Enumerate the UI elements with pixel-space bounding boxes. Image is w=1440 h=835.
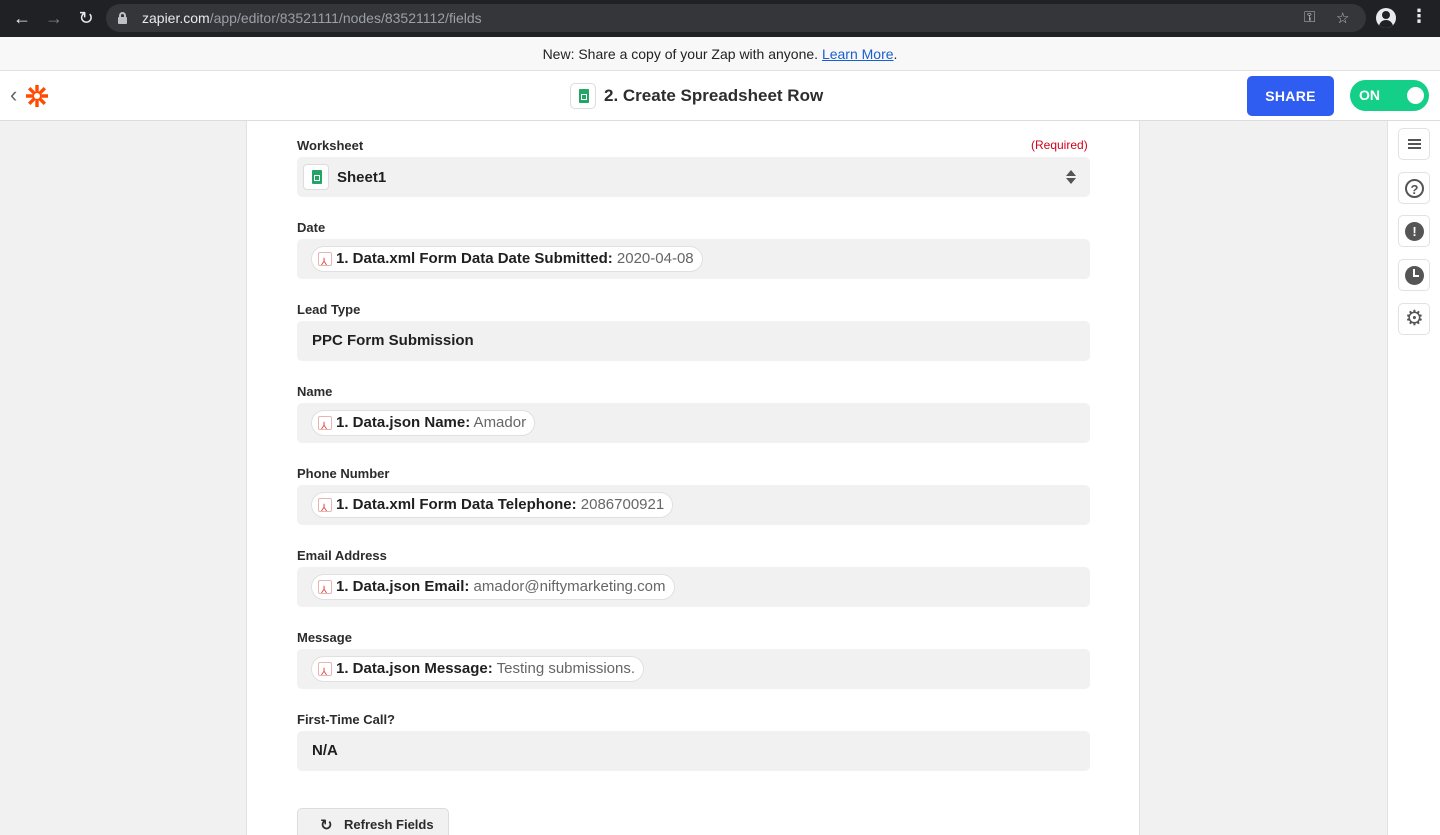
- google-sheets-icon: [570, 83, 596, 109]
- toggle-label: ON: [1359, 87, 1380, 103]
- lock-icon: [118, 12, 127, 24]
- step-title[interactable]: 2. Create Spreadsheet Row: [604, 86, 823, 106]
- message-field[interactable]: 1. Data.json Message: Testing submission…: [297, 649, 1090, 689]
- profile-avatar-icon[interactable]: [1376, 8, 1396, 28]
- email-address-field[interactable]: 1. Data.json Email: amador@niftymarketin…: [297, 567, 1090, 607]
- reload-icon[interactable]: ↻: [74, 7, 98, 29]
- alerts-button[interactable]: !: [1398, 215, 1430, 247]
- google-sheets-icon: [303, 164, 329, 190]
- phone-number-label: Phone Number: [297, 466, 390, 481]
- history-button[interactable]: [1398, 259, 1430, 291]
- back-arrow-icon[interactable]: ←: [10, 7, 34, 29]
- worksheet-label: Worksheet: [297, 138, 364, 153]
- share-button[interactable]: SHARE: [1247, 76, 1334, 116]
- first-time-call-value: N/A: [312, 742, 338, 759]
- webhook-icon: [318, 497, 332, 521]
- email-address-label: Email Address: [297, 548, 387, 563]
- help-button[interactable]: ?: [1398, 172, 1430, 204]
- forward-arrow-icon[interactable]: →: [42, 7, 66, 29]
- alert-icon: !: [1405, 222, 1424, 241]
- date-field[interactable]: 1. Data.xml Form Data Date Submitted: 20…: [297, 239, 1090, 279]
- pill-key: 1. Data.xml Form Data Telephone:: [336, 496, 577, 513]
- lead-type-value: PPC Form Submission: [312, 332, 474, 349]
- required-indicator: (Required): [1031, 138, 1088, 152]
- lead-type-label: Lead Type: [297, 302, 361, 317]
- bookmark-star-icon[interactable]: ☆: [1336, 9, 1349, 27]
- name-field[interactable]: 1. Data.json Name: Amador: [297, 403, 1090, 443]
- webhook-icon: [318, 661, 332, 685]
- announcement-bar: New: Share a copy of your Zap with anyon…: [0, 37, 1440, 71]
- url-text: zapier.com/app/editor/83521111/nodes/835…: [142, 10, 482, 26]
- history-icon: [1405, 266, 1424, 285]
- settings-button[interactable]: ⚙: [1398, 303, 1430, 335]
- phone-number-field[interactable]: 1. Data.xml Form Data Telephone: 2086700…: [297, 485, 1090, 525]
- mapped-value-pill[interactable]: 1. Data.json Email: amador@niftymarketin…: [311, 574, 675, 603]
- help-icon: ?: [1405, 179, 1424, 198]
- settings-gear-icon: ⚙: [1405, 307, 1424, 330]
- refresh-fields-button[interactable]: ↻ Refresh Fields: [297, 808, 449, 835]
- browser-toolbar: ← → ↻ zapier.com/app/editor/83521111/nod…: [0, 0, 1440, 37]
- worksheet-select[interactable]: Sheet1: [297, 157, 1090, 197]
- webhook-icon: [318, 251, 332, 275]
- webhook-icon: [318, 579, 332, 603]
- mapped-value-pill[interactable]: 1. Data.xml Form Data Date Submitted: 20…: [311, 246, 703, 275]
- pill-key: 1. Data.json Message:: [336, 660, 493, 677]
- url-host: zapier.com: [142, 10, 210, 26]
- outline-lines-icon: [1408, 139, 1421, 149]
- first-time-call-field[interactable]: N/A: [297, 731, 1090, 771]
- zap-on-toggle[interactable]: ON: [1350, 80, 1429, 111]
- select-arrows-icon: [1066, 168, 1076, 186]
- worksheet-value: Sheet1: [337, 169, 387, 186]
- pill-value: Amador: [470, 414, 527, 431]
- date-label: Date: [297, 220, 326, 235]
- mapped-value-pill[interactable]: 1. Data.xml Form Data Telephone: 2086700…: [311, 492, 674, 521]
- first-time-call-label: First-Time Call?: [297, 712, 396, 727]
- webhook-icon: [318, 415, 332, 439]
- announcement-suffix: .: [893, 46, 898, 62]
- pill-key: 1. Data.json Email:: [336, 578, 470, 595]
- refresh-fields-label: Refresh Fields: [344, 817, 434, 832]
- browser-menu-icon[interactable]: ⋮: [1410, 6, 1428, 27]
- url-path: /app/editor/83521111/nodes/83521112/fiel…: [209, 10, 482, 26]
- address-bar[interactable]: zapier.com/app/editor/83521111/nodes/835…: [106, 4, 1366, 32]
- pill-value: amador@niftymarketing.com: [469, 578, 666, 595]
- lead-type-field[interactable]: PPC Form Submission: [297, 321, 1090, 361]
- pill-value: 2020-04-08: [612, 250, 694, 267]
- step-title-wrap: 2. Create Spreadsheet Row: [570, 83, 823, 109]
- refresh-icon: ↻: [320, 817, 333, 834]
- pill-key: 1. Data.xml Form Data Date Submitted:: [336, 250, 613, 267]
- pill-key: 1. Data.json Name:: [336, 414, 471, 431]
- pill-value: 2086700921: [576, 496, 665, 513]
- pill-value: Testing submissions.: [492, 660, 636, 677]
- mapped-value-pill[interactable]: 1. Data.json Message: Testing submission…: [311, 656, 645, 685]
- name-label: Name: [297, 384, 333, 399]
- chevron-left-icon[interactable]: ‹: [10, 83, 17, 107]
- learn-more-link[interactable]: Learn More: [822, 46, 894, 62]
- key-icon[interactable]: ⚿: [1304, 9, 1315, 26]
- announcement-text: New: Share a copy of your Zap with anyon…: [542, 46, 822, 62]
- mapped-value-pill[interactable]: 1. Data.json Name: Amador: [311, 410, 536, 439]
- zapier-logo-icon[interactable]: [24, 83, 50, 109]
- outline-button[interactable]: [1398, 128, 1430, 160]
- message-label: Message: [297, 630, 352, 645]
- toggle-knob: [1407, 87, 1424, 104]
- editor-header: ‹ 2. Create Spreadsheet Row SHARE ON: [0, 71, 1440, 121]
